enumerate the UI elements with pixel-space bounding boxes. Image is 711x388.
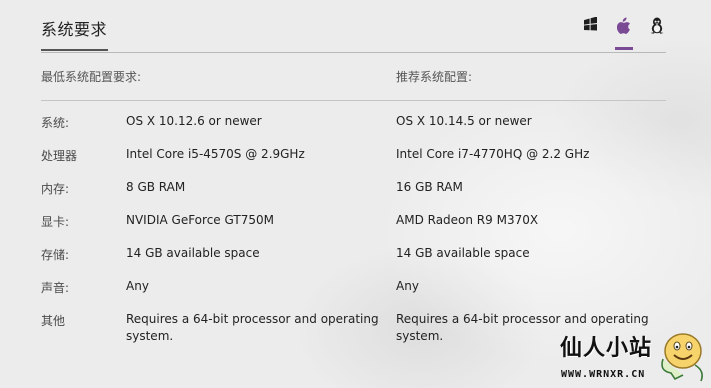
row-label-graphics: 显卡: bbox=[41, 215, 70, 229]
min-os-value: OS X 10.12.6 or newer bbox=[126, 114, 262, 128]
tab-linux[interactable] bbox=[646, 13, 668, 49]
rec-sound-value: Any bbox=[396, 279, 419, 293]
system-requirements-header: 系统要求 bbox=[41, 0, 666, 53]
apple-icon bbox=[617, 17, 630, 34]
title-underline bbox=[41, 49, 108, 51]
row-label-memory: 内存: bbox=[41, 182, 70, 196]
row-label-storage: 存储: bbox=[41, 248, 70, 262]
min-graphics-value: NVIDIA GeForce GT750M bbox=[126, 213, 274, 227]
tab-mac[interactable] bbox=[613, 13, 635, 50]
column-headers: 最低系统配置要求: 推荐系统配置: bbox=[41, 68, 666, 101]
min-processor-value: Intel Core i5-4570S @ 2.9GHz bbox=[126, 147, 305, 161]
windows-icon bbox=[583, 17, 597, 31]
smiley-mascot-icon bbox=[661, 333, 703, 382]
rec-storage-value: 14 GB available space bbox=[396, 246, 530, 260]
watermark-title: 仙人小站 bbox=[560, 336, 653, 361]
rec-processor-value: Intel Core i7-4770HQ @ 2.2 GHz bbox=[396, 147, 590, 161]
min-storage-value: 14 GB available space bbox=[126, 246, 260, 260]
linux-icon bbox=[650, 17, 664, 34]
row-label-os: 系统: bbox=[41, 116, 70, 130]
section-title: 系统要求 bbox=[41, 20, 108, 39]
row-label-sound: 声音: bbox=[41, 281, 70, 295]
row-label-processor: 处理器 bbox=[41, 149, 78, 163]
min-sound-value: Any bbox=[126, 279, 149, 293]
min-other-value: Requires a 64-bit processor and operatin… bbox=[126, 312, 379, 343]
site-watermark: 仙人小站 WWW.WRNXR.CN bbox=[553, 323, 711, 388]
row-label-other: 其他 bbox=[41, 314, 66, 328]
watermark-url: WWW.WRNXR.CN bbox=[561, 369, 646, 380]
min-memory-value: 8 GB RAM bbox=[126, 180, 186, 194]
rec-os-value: OS X 10.14.5 or newer bbox=[396, 114, 532, 128]
recommended-requirements-heading: 推荐系统配置: bbox=[396, 70, 473, 84]
minimum-requirements-heading: 最低系统配置要求: bbox=[41, 70, 142, 84]
rec-memory-value: 16 GB RAM bbox=[396, 180, 463, 194]
tab-windows[interactable] bbox=[579, 13, 601, 49]
rec-graphics-value: AMD Radeon R9 M370X bbox=[396, 213, 539, 227]
